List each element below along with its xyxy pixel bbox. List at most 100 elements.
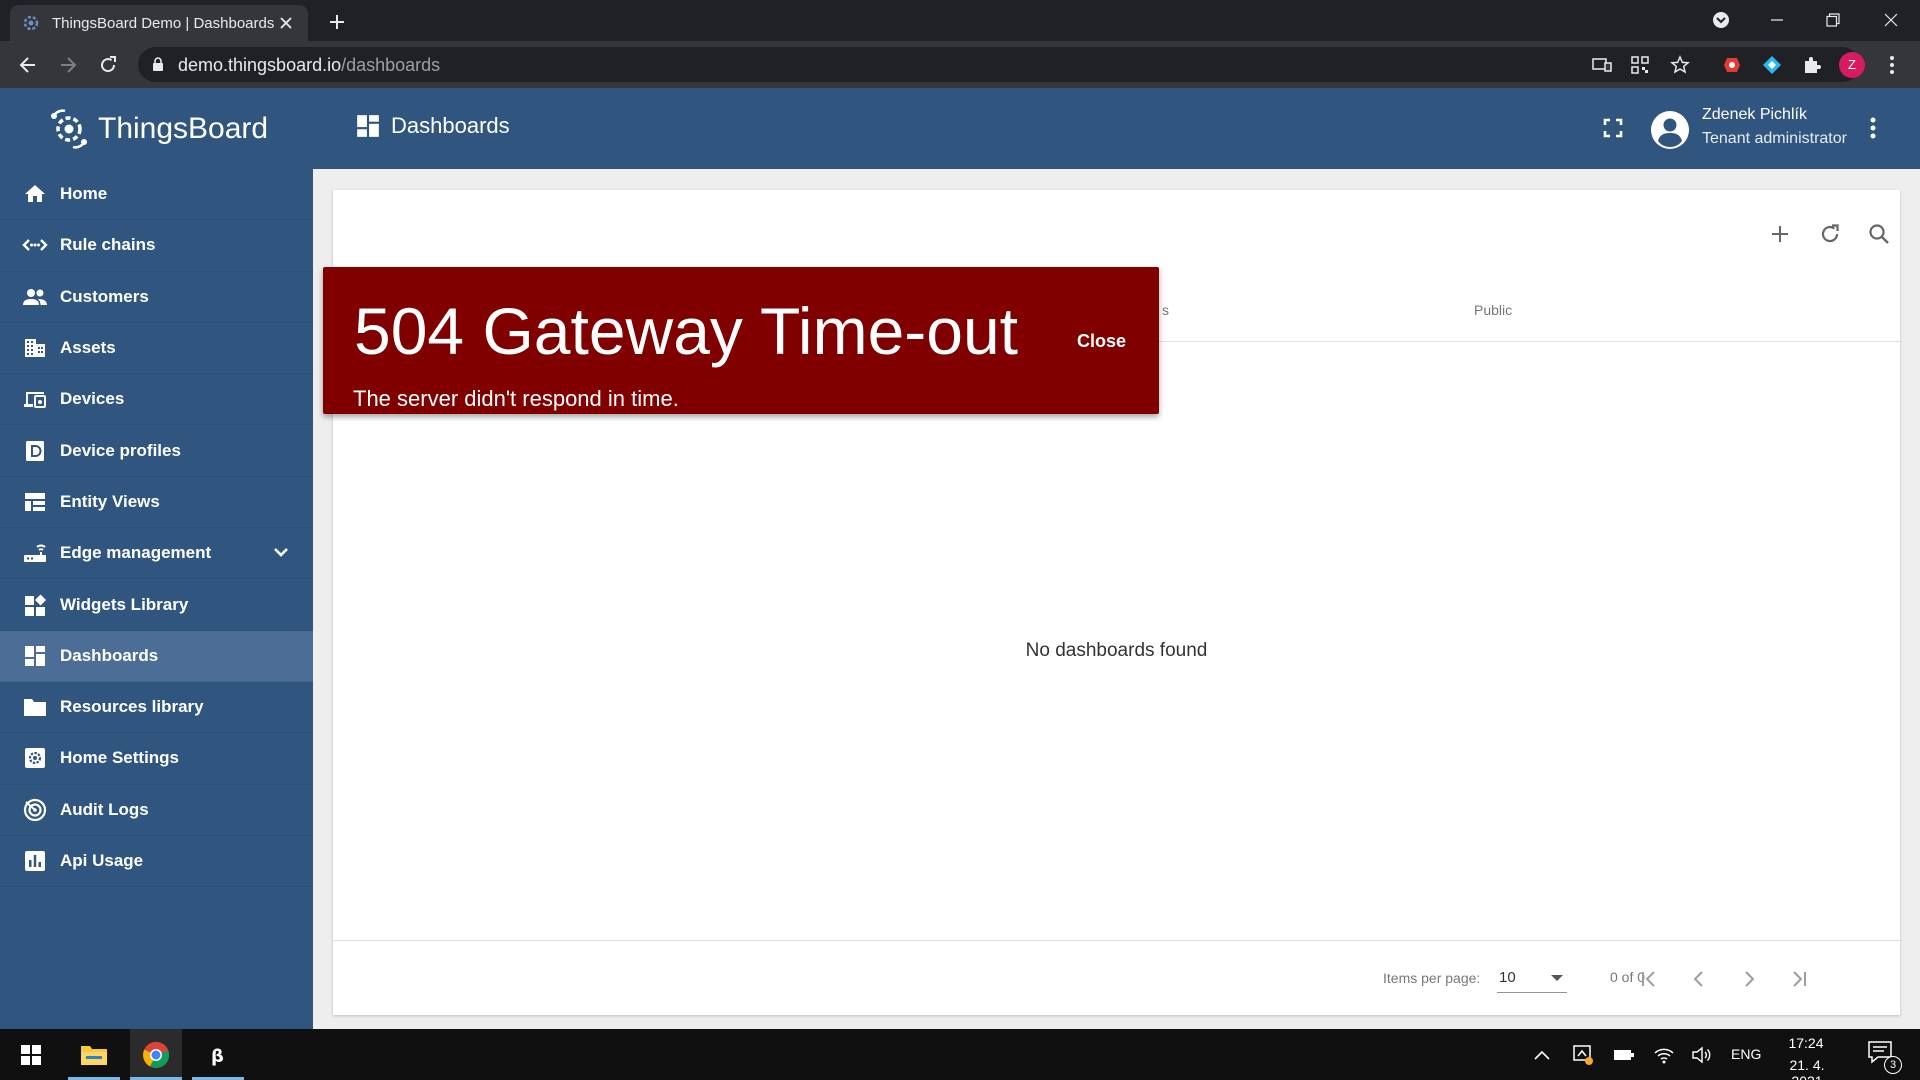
sidebar-item-label: Dashboards: [60, 645, 159, 665]
logo[interactable]: ThingsBoard: [0, 88, 313, 169]
browser-tab[interactable]: ThingsBoard Demo | Dashboards: [10, 5, 308, 41]
chrome-icon[interactable]: [130, 1029, 182, 1080]
column-header-public[interactable]: Public: [1474, 302, 1512, 318]
tab-close-icon[interactable]: [276, 13, 296, 33]
tab-title: ThingsBoard Demo | Dashboards: [52, 14, 275, 32]
error-message: The server didn't respond in time.: [353, 386, 679, 411]
sidebar-item-home[interactable]: Home: [0, 169, 313, 221]
app-b-icon[interactable]: β: [192, 1029, 244, 1080]
reload-icon[interactable]: [94, 51, 122, 79]
previous-page-icon[interactable]: [1679, 959, 1719, 999]
dropdown-arrow-icon: [1551, 975, 1563, 982]
restore-icon[interactable]: [1818, 6, 1848, 34]
widgets-library-icon: [22, 592, 48, 618]
lock-icon: [152, 57, 164, 72]
update-notification-icon[interactable]: [1571, 1043, 1595, 1067]
cast-icon[interactable]: [1590, 53, 1614, 77]
extension-blue-icon[interactable]: [1758, 51, 1786, 79]
column-header-partial[interactable]: s: [1162, 302, 1169, 318]
page-title: Dashboards: [391, 113, 510, 138]
error-toast: 504 Gateway Time-out Close The server di…: [323, 267, 1159, 414]
file-explorer-icon[interactable]: [68, 1029, 120, 1080]
dashboards-icon: [22, 643, 48, 669]
search-icon[interactable]: [1859, 214, 1899, 254]
app-header: Dashboards Zdenek Pichlík Tenant adminis…: [313, 88, 1920, 169]
sidebar-item-entity-views[interactable]: Entity Views: [0, 477, 313, 529]
refresh-icon[interactable]: [1810, 214, 1850, 254]
items-per-page-value: 10: [1499, 969, 1516, 986]
fullscreen-icon[interactable]: [1601, 116, 1625, 140]
customers-icon: [22, 284, 48, 310]
url-path: /dashboards: [341, 55, 441, 75]
api-usage-icon: [22, 848, 48, 874]
windows-start-icon[interactable]: [10, 1029, 52, 1080]
thingsboard-logo-icon: [46, 106, 92, 152]
qr-code-icon[interactable]: [1628, 53, 1652, 77]
sidebar-item-label: Rule chains: [60, 235, 156, 255]
sidebar-item-device-profiles[interactable]: Device profiles: [0, 425, 313, 477]
sidebar-item-api-usage[interactable]: Api Usage: [0, 836, 313, 888]
back-icon[interactable]: [14, 51, 42, 79]
new-tab-icon[interactable]: [324, 9, 350, 35]
extensions-puzzle-icon[interactable]: [1798, 51, 1826, 79]
forward-icon[interactable]: [54, 51, 82, 79]
items-per-page-select[interactable]: 10: [1497, 965, 1567, 993]
sidebar-item-label: Home: [60, 184, 108, 204]
window-close-icon[interactable]: [1876, 6, 1906, 34]
extension-red-icon[interactable]: [1718, 51, 1746, 79]
close-button[interactable]: Close: [1077, 331, 1126, 352]
chevron-down-icon[interactable]: [271, 542, 291, 562]
sidebar-item-resources-library[interactable]: Resources library: [0, 682, 313, 734]
sidebar-item-label: Device profiles: [60, 440, 181, 460]
sidebar-item-customers[interactable]: Customers: [0, 272, 313, 323]
tab-search-icon[interactable]: [1706, 6, 1736, 34]
address-bar[interactable]: demo.thingsboard.io/dashboards: [138, 47, 1860, 82]
wifi-icon[interactable]: [1652, 1043, 1676, 1067]
sidebar-item-label: Customers: [60, 286, 149, 306]
last-page-icon[interactable]: [1779, 959, 1819, 999]
sidebar-menu: Home Rule chains Customers Assets Device…: [0, 169, 313, 888]
first-page-icon[interactable]: [1629, 959, 1669, 999]
sidebar-item-label: Edge management: [60, 543, 212, 563]
paginator: Items per page: 10 0 of 0: [333, 940, 1900, 1015]
error-title: 504 Gateway Time-out: [354, 294, 1018, 368]
volume-icon[interactable]: [1690, 1043, 1714, 1067]
add-icon[interactable]: [1760, 214, 1800, 254]
battery-icon[interactable]: [1612, 1043, 1636, 1067]
sidebar-item-edge-management[interactable]: Edge management: [0, 528, 313, 580]
profile-initial: Z: [1848, 57, 1856, 72]
thingsboard-favicon-icon: [22, 14, 40, 32]
sidebar-item-audit-logs[interactable]: Audit Logs: [0, 785, 313, 836]
sidebar: ThingsBoard Home Rule chains Customers A…: [0, 88, 313, 1029]
profile-avatar[interactable]: Z: [1838, 51, 1866, 79]
sidebar-item-dashboards[interactable]: Dashboards: [0, 630, 313, 682]
sidebar-item-widgets-library[interactable]: Widgets Library: [0, 579, 313, 631]
bookmark-star-icon[interactable]: [1668, 53, 1692, 77]
show-hidden-icons-chevron-icon[interactable]: [1530, 1043, 1554, 1067]
user-role: Tenant administrator: [1702, 130, 1847, 147]
clock-time[interactable]: 17:24: [1776, 1035, 1836, 1051]
entity-views-icon: [22, 489, 48, 515]
rule-chains-icon: [22, 232, 48, 258]
browser-tab-bar: ThingsBoard Demo | Dashboards: [0, 0, 1920, 41]
sidebar-item-label: Api Usage: [60, 851, 144, 870]
minimize-icon[interactable]: [1762, 6, 1792, 34]
sidebar-item-devices[interactable]: Devices: [0, 374, 313, 426]
user-name: Zdenek Pichlík: [1702, 106, 1807, 123]
assets-icon: [22, 335, 48, 361]
clock-date[interactable]: 21. 4. 2021: [1772, 1057, 1842, 1080]
language-indicator[interactable]: ENG: [1731, 1046, 1761, 1062]
user-avatar-icon[interactable]: [1650, 110, 1690, 150]
next-page-icon[interactable]: [1729, 959, 1769, 999]
sidebar-item-label: Devices: [60, 389, 125, 409]
items-per-page-label: Items per page:: [1383, 970, 1481, 986]
browser-toolbar: demo.thingsboard.io/dashboards Z: [0, 41, 1920, 88]
sidebar-item-label: Entity Views: [60, 491, 160, 511]
folder-icon: [22, 694, 48, 720]
sidebar-item-home-settings[interactable]: Home Settings: [0, 733, 313, 785]
more-vert-icon[interactable]: [1869, 116, 1877, 140]
browser-menu-icon[interactable]: [1878, 51, 1906, 79]
audit-logs-icon: [22, 797, 48, 823]
sidebar-item-assets[interactable]: Assets: [0, 323, 313, 375]
sidebar-item-rule-chains[interactable]: Rule chains: [0, 220, 313, 272]
